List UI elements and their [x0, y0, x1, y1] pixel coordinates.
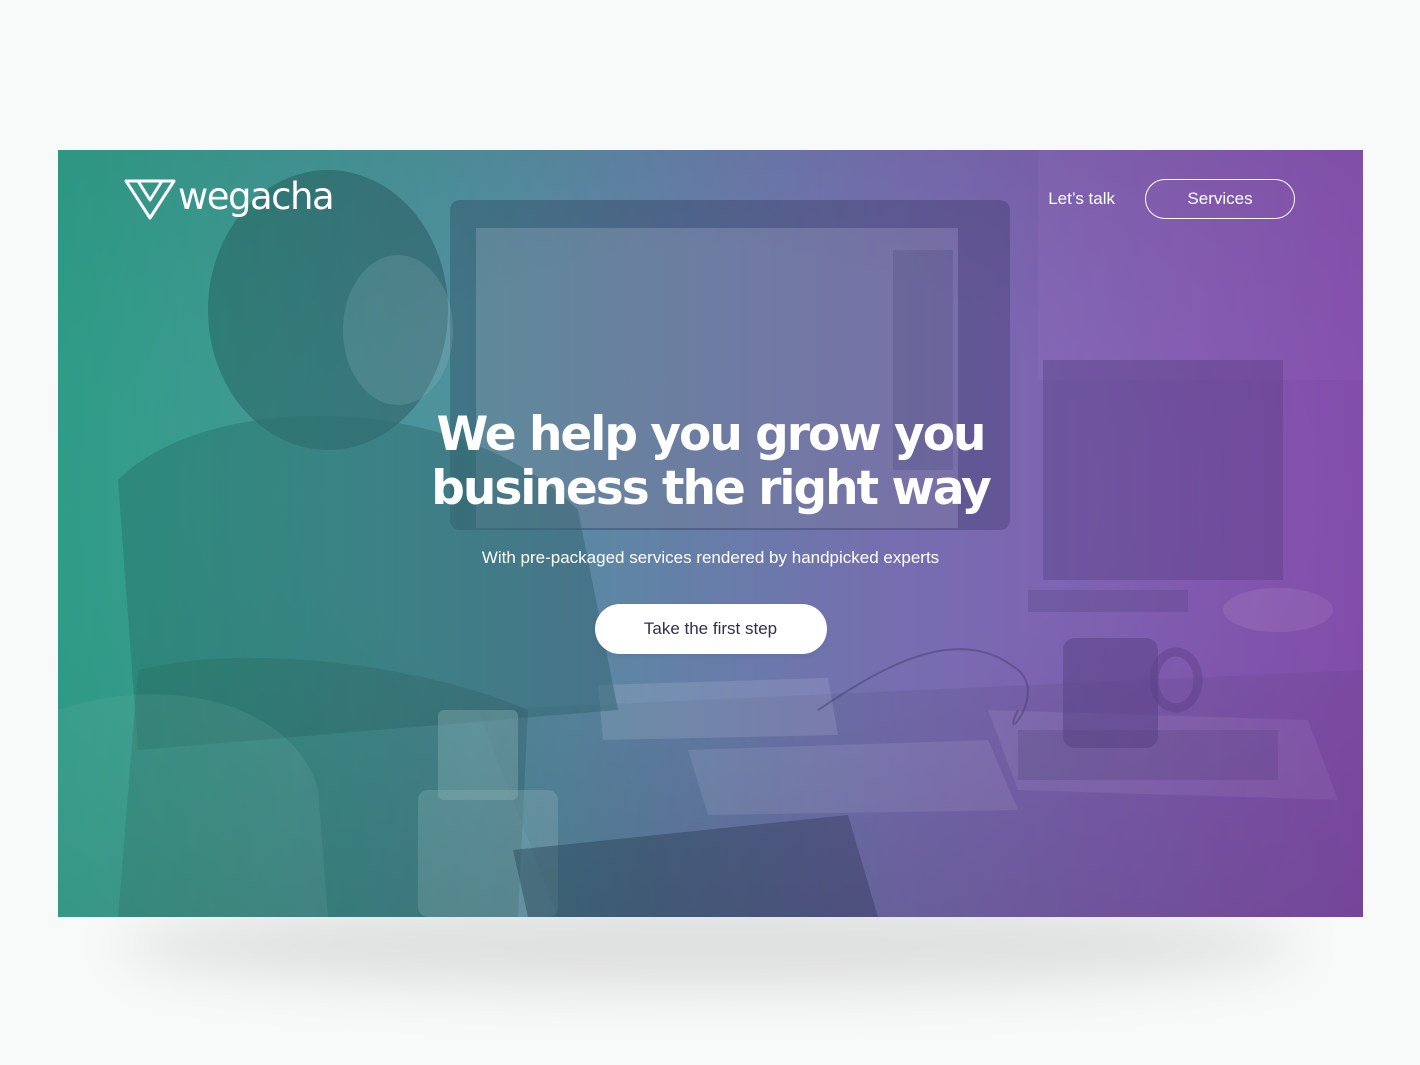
hero-content: We help you grow you business the right …: [58, 408, 1363, 654]
hero-subheadline: With pre-packaged services rendered by h…: [481, 548, 940, 567]
hero-headline: We help you grow you business the right …: [391, 408, 1031, 516]
hero-section: wegacha Let’s talk Services We help you …: [58, 150, 1363, 917]
brand-name: wegacha: [178, 174, 335, 218]
hero-headline-line-1: We help you grow you: [436, 407, 987, 462]
hero-headline-line-2: business the right way: [431, 461, 992, 516]
services-button[interactable]: Services: [1145, 179, 1295, 219]
take-first-step-button[interactable]: Take the first step: [594, 604, 827, 654]
top-nav: Let’s talk Services: [1048, 179, 1295, 219]
lets-talk-link[interactable]: Let’s talk: [1048, 189, 1115, 209]
triangle-logo-icon: [124, 179, 176, 220]
brand-logo[interactable]: wegacha: [124, 174, 335, 220]
